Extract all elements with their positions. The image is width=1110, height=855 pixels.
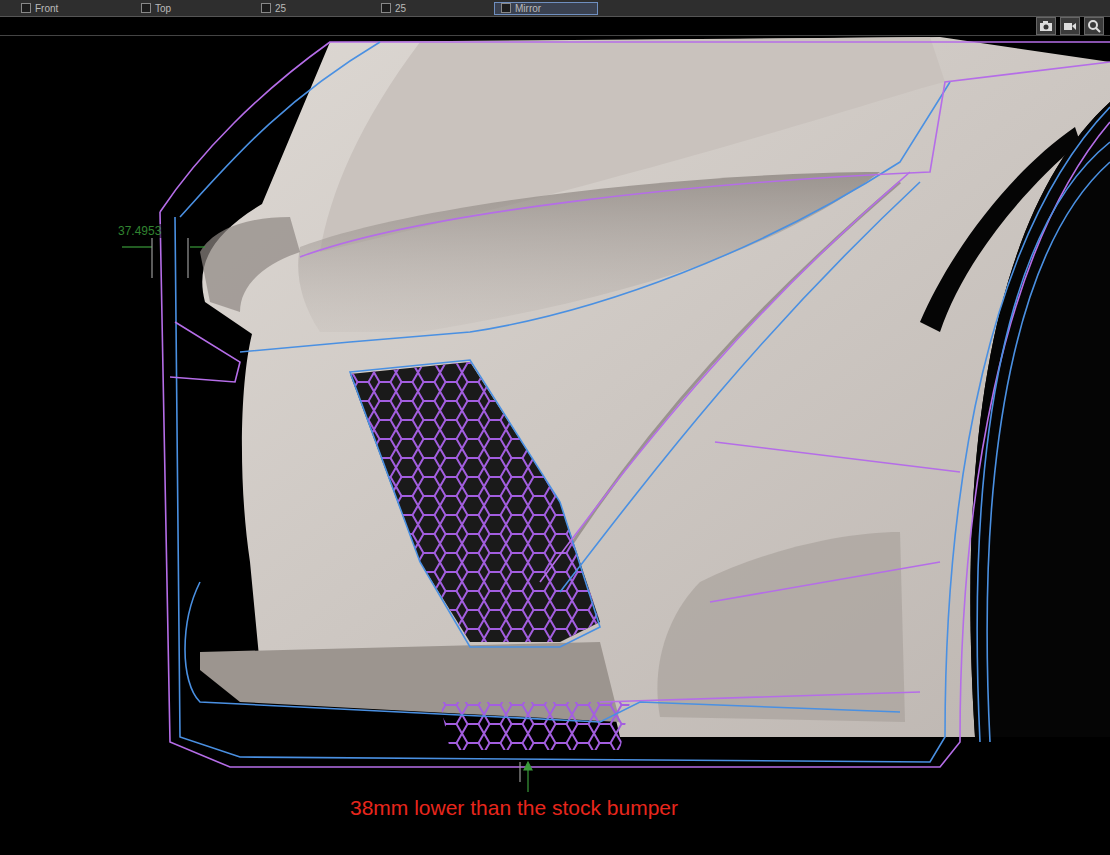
toolbar-field[interactable]: Mirror	[494, 2, 598, 15]
outline-curve	[600, 442, 960, 702]
outline-curve	[977, 142, 1110, 742]
outline-curve	[540, 172, 910, 582]
camera-icon	[1039, 19, 1053, 33]
toolbar-field[interactable]: 25	[374, 2, 474, 15]
outline-curve	[170, 322, 240, 382]
outline-curve	[160, 42, 1110, 212]
lower-honeycomb	[440, 702, 630, 750]
magnifier-icon	[1087, 19, 1101, 33]
outline-curve	[350, 360, 600, 647]
outline-curve	[180, 42, 380, 217]
measurement-label: 37.4953	[116, 224, 163, 238]
3d-viewport[interactable]: 37.4953 38mm lower than the stock bumper	[0, 36, 1110, 855]
outline-curve	[175, 107, 1110, 762]
headlight-edge	[200, 217, 300, 312]
view-iconbar	[0, 17, 1110, 36]
annotation-text: 38mm lower than the stock bumper	[350, 796, 678, 820]
measurement-arrows	[122, 238, 532, 792]
toolbar-label: Mirror	[515, 3, 541, 14]
scan-model	[0, 36, 1110, 855]
outline-curve	[240, 82, 950, 352]
toolbar-label: 25	[395, 3, 406, 14]
checkbox-icon[interactable]	[381, 3, 391, 13]
cad-window: Front Top 25 25 Mirror 37.4953 38mm lower than…	[0, 0, 1110, 855]
outline-curve	[560, 182, 920, 592]
toolbar-label: Top	[155, 3, 171, 14]
video-camera-icon	[1063, 19, 1077, 33]
wireframe-curves	[160, 42, 1110, 767]
toolbar-label: Front	[35, 3, 58, 14]
video-button[interactable]	[1060, 17, 1080, 35]
toolbar: Front Top 25 25 Mirror	[0, 0, 1110, 17]
grille-mesh	[350, 362, 600, 642]
checkbox-icon[interactable]	[501, 3, 511, 13]
zoom-button[interactable]	[1084, 17, 1104, 35]
camera-button[interactable]	[1036, 17, 1056, 35]
toolbar-field[interactable]: Top	[134, 2, 234, 15]
toolbar-label: 25	[275, 3, 286, 14]
outline-curve	[300, 62, 1110, 257]
toolbar-field[interactable]: 25	[254, 2, 354, 15]
checkbox-icon[interactable]	[21, 3, 31, 13]
toolbar-field[interactable]: Front	[14, 2, 114, 15]
wheel-arch	[970, 102, 1110, 737]
upper-intake-shadow	[298, 172, 880, 332]
outline-curve	[185, 582, 900, 722]
wheel-arch-vent	[920, 127, 1080, 332]
fender-crease	[560, 182, 900, 562]
checkbox-icon[interactable]	[141, 3, 151, 13]
grille-honeycomb	[350, 362, 600, 642]
bumper-surface	[202, 37, 1110, 737]
checkbox-icon[interactable]	[261, 3, 271, 13]
